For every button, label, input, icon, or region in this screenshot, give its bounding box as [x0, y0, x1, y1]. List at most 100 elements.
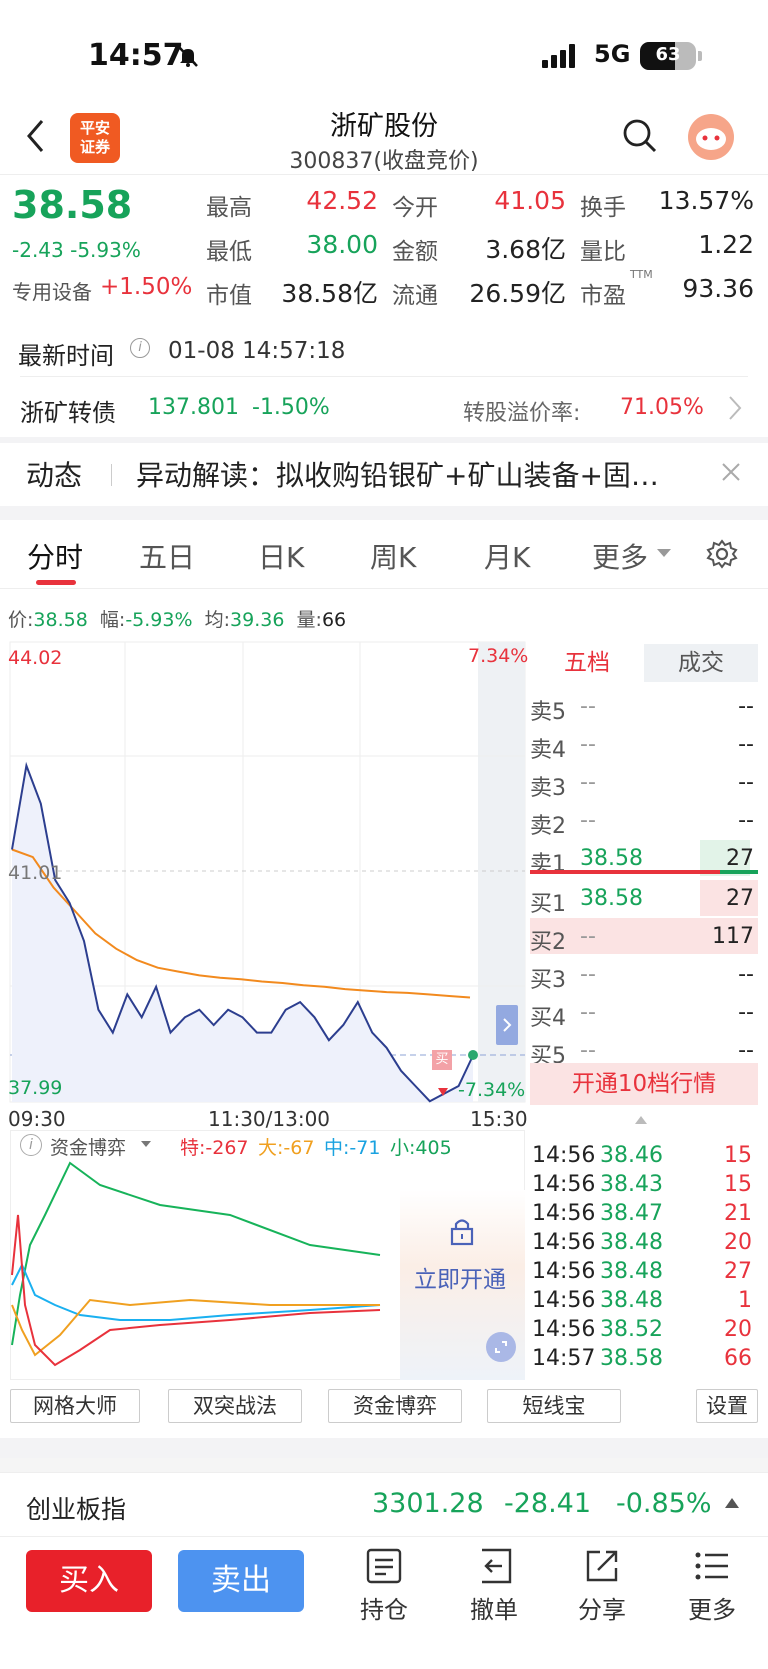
tick-time: 14:56 [532, 1259, 596, 1284]
ask-price: -- [580, 694, 596, 719]
tab-monthly-k[interactable]: 月K [484, 536, 530, 576]
sell-button[interactable]: 卖出 [178, 1550, 304, 1612]
pct-axis-top: 7.34% [468, 645, 529, 667]
ask-volume: -- [738, 732, 754, 757]
expand-panel-button[interactable] [496, 1005, 518, 1045]
unlock-overlay[interactable]: 立即开通 [400, 1190, 525, 1380]
bid-row[interactable]: 买4 -- -- [530, 994, 758, 1031]
tab-five-level[interactable]: 五档 [530, 644, 644, 682]
pe-value: 93.36 [682, 274, 754, 303]
tick-price: 38.43 [600, 1172, 663, 1197]
more-menu-icon[interactable] [692, 1546, 732, 1586]
holdings-label[interactable]: 持仓 [344, 1590, 424, 1625]
bid-label: 买2 [530, 930, 566, 955]
current-price-dot [468, 1050, 478, 1060]
tab-intraday[interactable]: 分时 [27, 536, 83, 576]
short-trade-button[interactable]: 短线宝 [487, 1389, 621, 1423]
ask-row[interactable]: 卖2 -- -- [530, 802, 758, 839]
tick-volume: 66 [724, 1346, 752, 1371]
tab-five-day[interactable]: 五日 [139, 536, 195, 576]
search-icon[interactable] [622, 118, 658, 154]
tick-time: 14:56 [532, 1201, 596, 1226]
ask-price: -- [580, 770, 596, 795]
bid-price: 38.58 [580, 886, 643, 911]
tick-price: 38.47 [600, 1201, 663, 1226]
ask-volume: 27 [726, 846, 754, 871]
tick-volume: 15 [724, 1172, 752, 1197]
bid-row[interactable]: 买3 -- -- [530, 956, 758, 993]
sector-name[interactable]: 专用设备 [12, 276, 92, 305]
tick-time: 14:56 [532, 1143, 596, 1168]
battery-level: 63 [655, 44, 681, 65]
news-divider [111, 464, 112, 486]
fullscreen-icon[interactable] [486, 1332, 516, 1362]
ask-row[interactable]: 卖3 -- -- [530, 764, 758, 801]
open-label: 今开 [392, 195, 438, 221]
cancel-order-icon[interactable] [474, 1546, 514, 1586]
bid-price: -- [580, 1038, 596, 1063]
close-icon[interactable] [720, 461, 742, 483]
tick-volume: 20 [724, 1317, 752, 1342]
ask-volume: -- [738, 694, 754, 719]
network-type: 5G [594, 40, 631, 68]
battery-tip [698, 51, 702, 61]
more-label[interactable]: 更多 [672, 1590, 752, 1625]
tab-more[interactable]: 更多 [592, 536, 648, 576]
bid-label: 买3 [530, 968, 566, 993]
chevron-right-icon[interactable] [727, 394, 743, 422]
trade-tick-row: 14:56 38.43 15 [532, 1171, 754, 1200]
tab-deals[interactable]: 成交 [644, 644, 758, 682]
tick-price: 38.48 [600, 1230, 663, 1255]
buy-button[interactable]: 买入 [26, 1550, 152, 1612]
grid-master-button[interactable]: 网格大师 [10, 1389, 140, 1423]
pct-axis-bottom: -7.34% [458, 1079, 526, 1101]
tick-price: 38.58 [600, 1346, 663, 1371]
ask-row[interactable]: 卖4 -- -- [530, 726, 758, 763]
turnover-value: 13.57% [658, 186, 754, 215]
fund-game-button[interactable]: 资金博弈 [328, 1389, 462, 1423]
tab-daily-k[interactable]: 日K [258, 536, 304, 576]
ask-row[interactable]: 卖5 -- -- [530, 688, 758, 725]
share-icon[interactable] [582, 1546, 622, 1586]
bid-row[interactable]: 买1 38.58 27 [530, 880, 758, 917]
news-headline[interactable]: 异动解读：拟收购铅银矿+矿山装备+固… [136, 454, 706, 494]
expand-up-icon[interactable] [724, 1496, 740, 1510]
unlock-button[interactable]: 立即开通 [414, 1260, 506, 1294]
volume-ratio-label: 量比 [580, 239, 626, 265]
fund-flow-chart [11, 1161, 381, 1367]
ask-volume: -- [738, 770, 754, 795]
dropdown-icon[interactable] [656, 548, 672, 558]
bid-row[interactable]: 买2 -- 117 [530, 918, 758, 955]
status-time: 14:57 [88, 38, 184, 73]
double-breakout-button[interactable]: 双突战法 [168, 1389, 302, 1423]
y-axis-mid: 41.01 [8, 862, 63, 884]
bid-label: 买1 [530, 892, 566, 917]
high-value: 42.52 [306, 186, 378, 215]
trade-tick-row: 14:56 38.47 21 [532, 1200, 754, 1229]
info-icon[interactable]: i [20, 1134, 42, 1156]
intraday-chart[interactable] [0, 640, 530, 1120]
scroll-up-icon[interactable] [634, 1115, 648, 1125]
gear-icon[interactable] [706, 538, 738, 570]
trade-tick-row: 14:56 38.52 20 [532, 1316, 754, 1345]
hidden-tab-strip [0, 1458, 768, 1472]
trade-tick-row: 14:57 38.58 66 [532, 1345, 754, 1374]
buy-signal-marker[interactable]: 买 [432, 1050, 452, 1070]
pe-label: 市盈 [580, 283, 626, 309]
bid-volume: -- [738, 1038, 754, 1063]
open-ten-level-button[interactable]: 开通10档行情 [530, 1063, 758, 1105]
price-info-line: 价:38.58 幅:-5.93% 均:39.36 量:66 [8, 609, 347, 631]
y-axis-top: 44.02 [8, 647, 63, 669]
assistant-avatar-icon[interactable] [688, 114, 734, 160]
bid-price: -- [580, 1000, 596, 1025]
holdings-icon[interactable] [364, 1546, 404, 1586]
cancel-order-label[interactable]: 撤单 [454, 1590, 534, 1625]
convertible-bond-name[interactable]: 浙矿转债 [20, 393, 116, 428]
tab-weekly-k[interactable]: 周K [370, 536, 416, 576]
dropdown-icon[interactable] [140, 1140, 152, 1148]
volume-ratio-value: 1.22 [698, 230, 754, 259]
float-cap-label: 流通 [392, 283, 438, 309]
share-label[interactable]: 分享 [562, 1590, 642, 1625]
settings-button[interactable]: 设置 [696, 1389, 758, 1423]
info-icon[interactable]: i [130, 338, 150, 358]
